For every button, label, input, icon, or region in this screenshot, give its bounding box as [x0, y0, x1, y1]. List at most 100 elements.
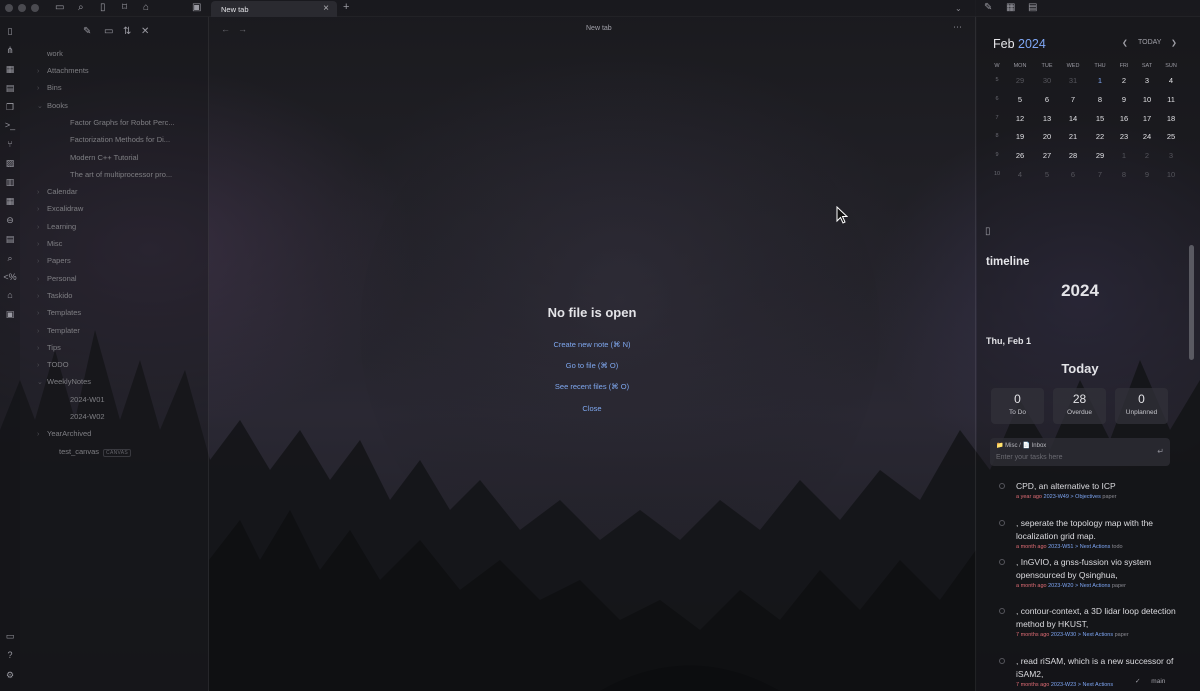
week-number[interactable]: 9	[990, 152, 1004, 158]
file-icon[interactable]: ▯	[100, 2, 106, 14]
terminal-icon[interactable]: >_	[0, 116, 20, 135]
task-tag[interactable]: todo	[1112, 544, 1123, 550]
pin-icon[interactable]: ⊖	[0, 211, 20, 230]
calendar-day[interactable]: 30	[1034, 76, 1060, 85]
week-number[interactable]: 8	[990, 133, 1004, 139]
task-checkbox[interactable]	[999, 520, 1005, 526]
calendar-day[interactable]: 21	[1060, 132, 1086, 141]
calendar-day[interactable]: 13	[1034, 114, 1060, 123]
table-icon[interactable]: ▦	[0, 192, 20, 211]
forward-arrow-icon[interactable]: →	[238, 24, 255, 34]
calendar-day[interactable]: 31	[1060, 76, 1086, 85]
calendar-day[interactable]: 8	[1087, 95, 1113, 104]
calendar-day[interactable]: 4	[1158, 76, 1184, 85]
calendar-day[interactable]: 19	[1007, 132, 1033, 141]
search-icon[interactable]: ⌕	[78, 2, 84, 14]
collapse-icon[interactable]: ✕	[141, 26, 149, 37]
git-branch[interactable]: main	[1151, 678, 1165, 685]
calendar-day[interactable]: 12	[1007, 114, 1033, 123]
task-source[interactable]: 2023-W23 > Next Actions	[1051, 682, 1113, 688]
task-tag[interactable]: paper	[1115, 632, 1129, 638]
calendar-day[interactable]: 11	[1158, 95, 1184, 104]
file-icon[interactable]: ▯	[0, 22, 20, 41]
stat-todo[interactable]: 0 To Do	[991, 388, 1044, 424]
calendar-day[interactable]: 6	[1060, 170, 1086, 179]
week-number[interactable]: 5	[990, 77, 1004, 83]
task-checkbox[interactable]	[999, 608, 1005, 614]
go-to-file-link[interactable]: Go to file (⌘ O)	[492, 361, 692, 370]
calendar-day[interactable]: 9	[1134, 170, 1160, 179]
today-button[interactable]: TODAY	[1138, 39, 1161, 46]
calendar-alt-icon[interactable]: ▤	[0, 230, 20, 249]
table-icon[interactable]: ▦	[1006, 2, 1015, 14]
prev-month-icon[interactable]: ❮	[1122, 39, 1128, 47]
calendar-day[interactable]: 29	[1087, 151, 1113, 160]
window-minimize-dot[interactable]	[18, 4, 26, 12]
calendar-day[interactable]: 6	[1034, 95, 1060, 104]
calendar-day[interactable]: 24	[1134, 132, 1160, 141]
week-number[interactable]: 6	[990, 96, 1004, 102]
sort-icon[interactable]: ⇅	[123, 26, 131, 37]
return-icon[interactable]: ↵	[1157, 447, 1164, 456]
chevron-down-icon[interactable]: ⌄	[955, 4, 962, 13]
help-icon[interactable]: ?	[0, 646, 20, 665]
calendar-day[interactable]: 29	[1007, 76, 1033, 85]
calendar-day[interactable]: 28	[1060, 151, 1086, 160]
calendar-day[interactable]: 3	[1158, 151, 1184, 160]
file-icon[interactable]: ▯	[985, 226, 991, 237]
calendar-day[interactable]: 15	[1087, 114, 1113, 123]
close-icon[interactable]: ×	[323, 3, 329, 14]
task-input[interactable]: Enter your tasks here	[996, 454, 1063, 461]
layout-icon[interactable]: ▥	[0, 173, 20, 192]
calendar-icon[interactable]: ▤	[0, 79, 20, 98]
calendar-day[interactable]: 14	[1060, 114, 1086, 123]
sidebar-toggle-icon[interactable]: ▣	[192, 2, 201, 14]
tag-icon[interactable]: ⌂	[143, 2, 149, 14]
bookmark-icon[interactable]: ⌑	[122, 2, 127, 14]
git-icon[interactable]: ⑂	[0, 135, 20, 154]
search-icon[interactable]: ⌕	[0, 249, 20, 268]
week-number[interactable]: 10	[990, 171, 1004, 177]
home-icon[interactable]: ⌂	[0, 286, 20, 305]
task-checkbox[interactable]	[999, 483, 1005, 489]
calendar-day[interactable]: 26	[1007, 151, 1033, 160]
calendar-day[interactable]: 18	[1158, 114, 1184, 123]
canvas-icon[interactable]: ▦	[0, 60, 20, 79]
task-checkbox[interactable]	[999, 559, 1005, 565]
calendar-day-icon[interactable]: ▣	[0, 305, 20, 324]
calendar-day[interactable]: 7	[1087, 170, 1113, 179]
week-number[interactable]: 7	[990, 115, 1004, 121]
calendar-day[interactable]: 22	[1087, 132, 1113, 141]
vault-icon[interactable]: ▭	[0, 627, 20, 646]
task-item[interactable]: CPD, an alternative to ICP a year ago 202…	[1016, 480, 1176, 502]
calendar-day[interactable]: 7	[1060, 95, 1086, 104]
calendar-day[interactable]: 5	[1034, 170, 1060, 179]
copy-icon[interactable]: ❐	[0, 98, 20, 117]
code-icon[interactable]: <%	[0, 268, 20, 287]
calendar-day[interactable]: 27	[1034, 151, 1060, 160]
scrollbar[interactable]	[1189, 245, 1194, 360]
task-item[interactable]: , seperate the topology map with the loc…	[1016, 517, 1176, 552]
task-source[interactable]: 2023-W30 > Next Actions	[1051, 632, 1113, 638]
folder-icon[interactable]: ▭	[55, 2, 64, 14]
task-source[interactable]: 2023-W20 > Next Actions	[1048, 583, 1110, 589]
calendar-day[interactable]: 10	[1158, 170, 1184, 179]
create-new-note-link[interactable]: Create new note (⌘ N)	[492, 340, 692, 349]
calendar-day[interactable]: 4	[1007, 170, 1033, 179]
pen-icon[interactable]: ✎	[984, 2, 992, 14]
back-arrow-icon[interactable]: ←	[221, 24, 238, 34]
stat-unplanned[interactable]: 0 Unplanned	[1115, 388, 1168, 424]
close-link[interactable]: Close	[492, 404, 692, 413]
calendar-day[interactable]: 3	[1134, 76, 1160, 85]
image-icon[interactable]: ▨	[0, 154, 20, 173]
recent-files-link[interactable]: See recent files (⌘ O)	[492, 382, 692, 391]
task-item[interactable]: , contour-context, a 3D lidar loop detec…	[1016, 605, 1176, 640]
task-checkbox[interactable]	[999, 658, 1005, 664]
task-tag[interactable]: paper	[1102, 494, 1116, 500]
calendar-day[interactable]: 20	[1034, 132, 1060, 141]
window-close-dot[interactable]	[5, 4, 13, 12]
graph-icon[interactable]: ⋔	[0, 41, 20, 60]
task-source[interactable]: 2023-W51 > Next Actions	[1048, 544, 1110, 550]
task-inbox[interactable]: 📁 Misc / 📄 Inbox Enter your tasks here ↵	[990, 438, 1170, 466]
calendar-icon[interactable]: ▤	[1028, 2, 1037, 14]
